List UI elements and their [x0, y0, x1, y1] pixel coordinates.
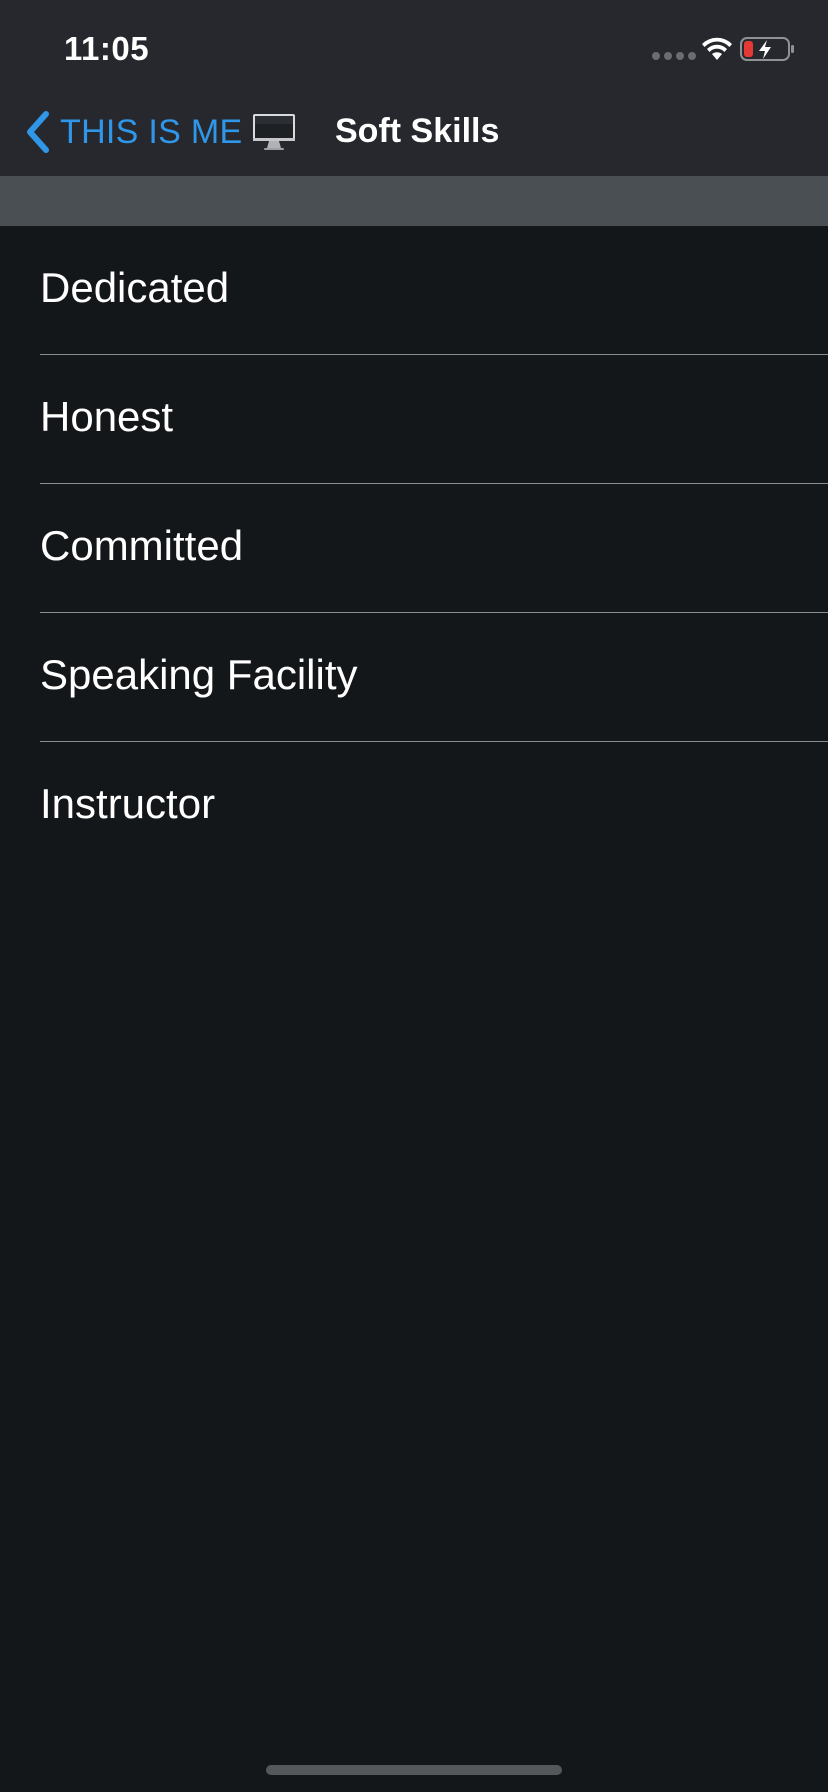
list-item-label: Speaking Facility	[40, 651, 358, 698]
list-item[interactable]: Instructor	[0, 742, 828, 871]
cellular-signal-icon	[652, 52, 696, 60]
battery-charging-icon	[740, 37, 794, 61]
section-header	[0, 176, 828, 226]
wifi-icon	[702, 37, 732, 60]
list-item-label: Dedicated	[40, 264, 230, 311]
list-item-label: Instructor	[40, 780, 216, 827]
home-indicator[interactable]	[266, 1765, 562, 1775]
list-item[interactable]: Committed	[0, 484, 828, 613]
list-item[interactable]: Dedicated	[0, 226, 828, 355]
list-item[interactable]: Speaking Facility	[0, 613, 828, 742]
list-item[interactable]: Honest	[0, 355, 828, 484]
status-time: 11:05	[64, 30, 150, 67]
soft-skills-list: Dedicated Honest Committed Speaking Faci…	[0, 226, 828, 871]
navigation-bar: THIS IS ME Soft Skills	[0, 100, 828, 176]
list-item-label: Committed	[40, 522, 244, 569]
screen: 11:05 THIS IS ME Soft Skills Dedicated H…	[0, 0, 828, 1792]
desktop-computer-icon	[253, 114, 296, 150]
list-item-label: Honest	[40, 393, 174, 440]
back-button-label: THIS IS ME	[60, 112, 243, 151]
back-button[interactable]: THIS IS ME	[24, 100, 296, 164]
page-title: Soft Skills	[335, 112, 500, 150]
status-bar: 11:05	[0, 0, 828, 100]
chevron-left-icon	[27, 111, 49, 153]
